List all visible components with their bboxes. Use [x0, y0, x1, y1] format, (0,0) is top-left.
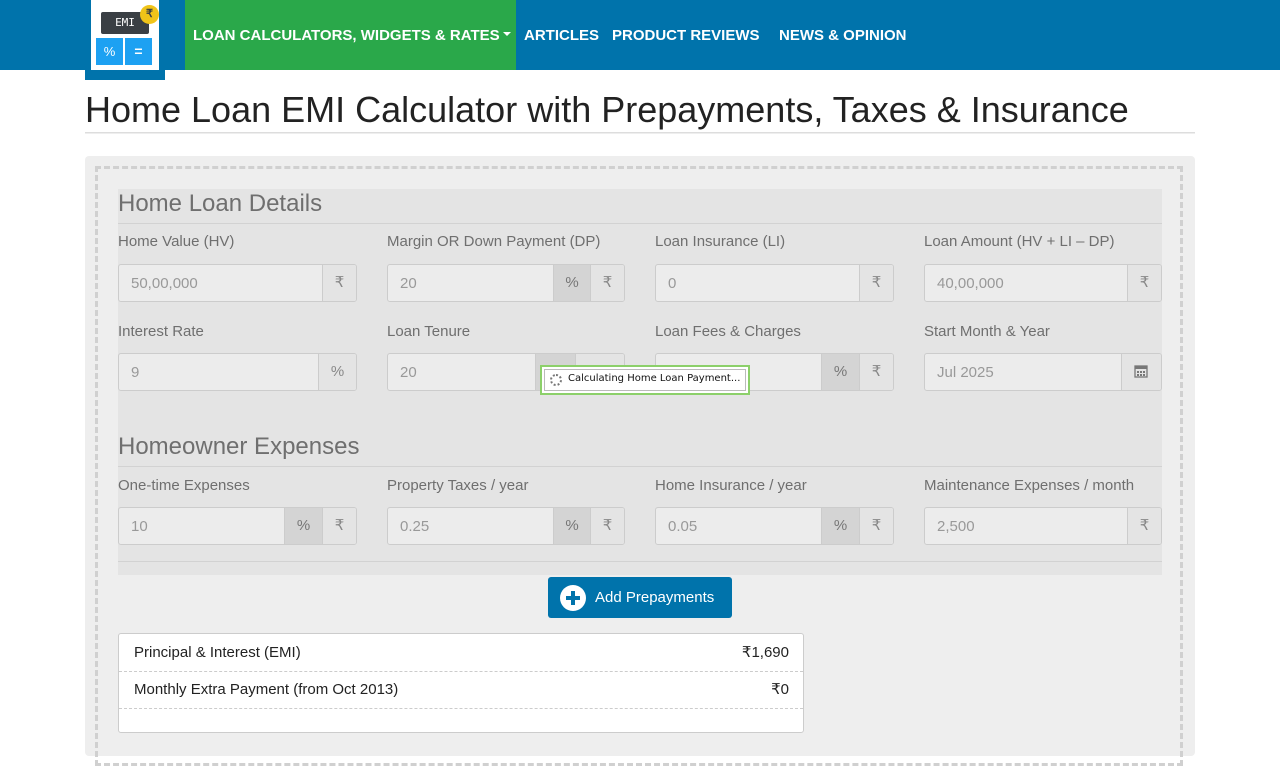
loan-insurance-input[interactable]: 0 ₹	[655, 264, 894, 302]
caret-down-icon	[502, 32, 511, 37]
loan-amount-input[interactable]: 40,00,000 ₹	[924, 264, 1162, 302]
loading-indicator: Calculating Home Loan Payment...	[540, 365, 750, 395]
rupee-toggle[interactable]: ₹	[322, 508, 356, 544]
nav-product-reviews[interactable]: PRODUCT REVIEWS	[612, 0, 760, 70]
loan-amount-label: Loan Amount (HV + LI – DP)	[924, 233, 1115, 250]
start-month-input[interactable]: Jul 2025	[924, 353, 1162, 391]
loan-tenure-label: Loan Tenure	[387, 323, 471, 340]
section-divider	[118, 223, 1162, 224]
title-divider	[85, 132, 1195, 134]
percent-toggle[interactable]: %	[821, 354, 859, 390]
homeowner-expenses-heading: Homeowner Expenses	[118, 433, 360, 460]
table-row: Monthly Extra Payment (from Oct 2013) ₹0	[119, 671, 803, 709]
interest-rate-input[interactable]: 9 %	[118, 353, 357, 391]
maintenance-value: 2,500	[937, 518, 975, 535]
calendar-icon	[1134, 365, 1148, 378]
add-prepayments-label: Add Prepayments	[595, 589, 715, 606]
rupee-addon: ₹	[322, 265, 356, 301]
rupee-addon: ₹	[1127, 265, 1161, 301]
nav-news-opinion[interactable]: NEWS & OPINION	[779, 0, 907, 70]
down-payment-input[interactable]: 20 % ₹	[387, 264, 625, 302]
section-divider	[118, 561, 1162, 562]
summary-value: ₹1,690	[741, 644, 789, 661]
rupee-addon: ₹	[1127, 508, 1161, 544]
section-divider	[118, 466, 1162, 467]
rupee-toggle[interactable]: ₹	[590, 508, 624, 544]
plus-circle-icon	[560, 585, 586, 611]
rupee-toggle[interactable]: ₹	[859, 508, 893, 544]
table-row	[119, 708, 803, 732]
nav-articles[interactable]: ARTICLES	[524, 0, 599, 70]
start-month-label: Start Month & Year	[924, 323, 1050, 340]
calendar-button[interactable]	[1121, 354, 1161, 390]
rupee-addon: ₹	[859, 265, 893, 301]
loan-fees-label: Loan Fees & Charges	[655, 323, 801, 340]
logo-equals-key: =	[125, 38, 152, 65]
start-month-value: Jul 2025	[937, 364, 994, 381]
percent-addon: %	[318, 354, 356, 390]
home-insurance-input[interactable]: 0.05 % ₹	[655, 507, 894, 545]
one-time-expenses-value: 10	[131, 518, 148, 535]
maintenance-input[interactable]: 2,500 ₹	[924, 507, 1162, 545]
percent-toggle[interactable]: %	[553, 265, 590, 301]
interest-rate-value: 9	[131, 364, 140, 381]
loan-details-heading: Home Loan Details	[118, 190, 323, 217]
page-title: Home Loan EMI Calculator with Prepayment…	[85, 89, 1129, 130]
payment-summary-table: Principal & Interest (EMI) ₹1,690 Monthl…	[118, 633, 804, 733]
loan-insurance-value: 0	[668, 275, 677, 292]
summary-value: ₹0	[771, 681, 789, 698]
percent-toggle[interactable]: %	[821, 508, 859, 544]
home-value-label: Home Value (HV)	[118, 233, 235, 250]
loan-amount-value: 40,00,000	[937, 275, 1004, 292]
maintenance-label: Maintenance Expenses / month	[924, 477, 1135, 494]
loan-insurance-label: Loan Insurance (LI)	[655, 233, 786, 250]
nav-loan-calculators[interactable]: LOAN CALCULATORS, WIDGETS & RATES	[185, 0, 516, 70]
home-value-value: 50,00,000	[131, 275, 198, 292]
rupee-toggle[interactable]: ₹	[859, 354, 893, 390]
property-taxes-label: Property Taxes / year	[387, 477, 529, 494]
nav-loan-calculators-label: LOAN CALCULATORS, WIDGETS & RATES	[193, 27, 500, 44]
table-row: Principal & Interest (EMI) ₹1,690	[119, 634, 803, 672]
down-payment-label: Margin OR Down Payment (DP)	[387, 233, 601, 250]
summary-label: Monthly Extra Payment (from Oct 2013)	[134, 681, 399, 698]
rupee-toggle[interactable]: ₹	[590, 265, 624, 301]
one-time-expenses-input[interactable]: 10 % ₹	[118, 507, 357, 545]
one-time-expenses-label: One-time Expenses	[118, 477, 250, 494]
home-insurance-value: 0.05	[668, 518, 698, 535]
home-insurance-label: Home Insurance / year	[655, 477, 807, 494]
property-taxes-value: 0.25	[400, 518, 430, 535]
percent-toggle[interactable]: %	[284, 508, 322, 544]
interest-rate-label: Interest Rate	[118, 323, 204, 340]
rupee-coin-icon: ₹	[140, 5, 159, 24]
spinner-icon	[550, 374, 562, 386]
logo-percent-key: %	[96, 38, 123, 65]
summary-label: Principal & Interest (EMI)	[134, 644, 301, 661]
percent-toggle[interactable]: %	[553, 508, 590, 544]
loan-tenure-value: 20	[400, 364, 417, 381]
loading-text: Calculating Home Loan Payment...	[568, 373, 741, 384]
property-taxes-input[interactable]: 0.25 % ₹	[387, 507, 625, 545]
down-payment-value: 20	[400, 275, 417, 292]
home-value-input[interactable]: 50,00,000 ₹	[118, 264, 357, 302]
add-prepayments-button[interactable]: Add Prepayments	[548, 577, 732, 618]
